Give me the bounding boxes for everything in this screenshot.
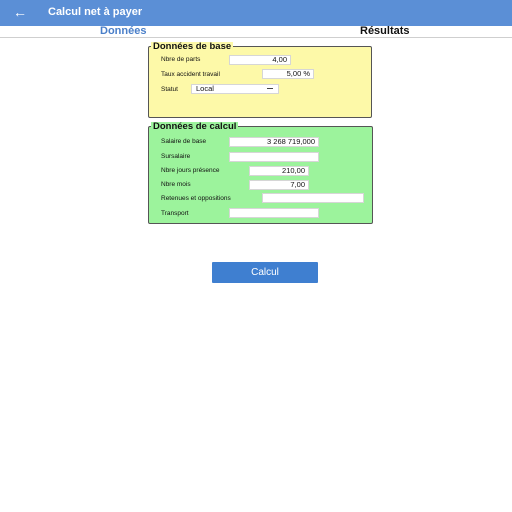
tab-resultats[interactable]: Résultats [360, 25, 410, 37]
app-title: Calcul net à payer [48, 6, 143, 18]
salaire-base-field[interactable]: 3 268 719,000 [229, 137, 319, 147]
label-retenues: Retenues et oppositions [161, 195, 231, 202]
label-salaire-base: Salaire de base [161, 138, 207, 145]
arrow-left-icon[interactable]: ← [12, 4, 28, 20]
label-sursalaire: Sursalaire [161, 153, 191, 160]
label-taux-accident: Taux accident travail [161, 71, 220, 78]
taux-accident-field[interactable]: 5,00 % [262, 69, 314, 79]
group-title: Données de base [151, 41, 234, 52]
label-statut: Statut [161, 86, 178, 93]
nbre-parts-field[interactable]: 4,00 [229, 55, 291, 65]
sursalaire-field[interactable] [229, 152, 319, 162]
statut-value: Local [196, 84, 214, 93]
nbre-mois-field[interactable]: 7,00 [249, 180, 309, 190]
label-nbre-parts: Nbre de parts [161, 56, 201, 63]
retenues-field[interactable] [262, 193, 364, 203]
label-nbre-jours: Nbre jours présence [161, 167, 220, 174]
dropdown-caret-icon [267, 88, 273, 89]
tab-bar: Données Résultats [0, 25, 512, 38]
group-donnees-de-base: Données de base Nbre de parts 4,00 Taux … [148, 42, 372, 118]
statut-select[interactable]: Local [191, 84, 279, 94]
label-transport: Transport [161, 210, 189, 217]
app-bar: ← Calcul net à payer [0, 0, 512, 26]
nbre-jours-field[interactable]: 210,00 [249, 166, 309, 176]
group-title: Données de calcul [151, 121, 239, 132]
tab-donnees[interactable]: Données [100, 25, 146, 37]
group-donnees-de-calcul: Données de calcul Salaire de base 3 268 … [148, 122, 373, 224]
label-nbre-mois: Nbre mois [161, 181, 191, 188]
calcul-button[interactable]: Calcul [212, 262, 318, 283]
transport-field[interactable] [229, 208, 319, 218]
